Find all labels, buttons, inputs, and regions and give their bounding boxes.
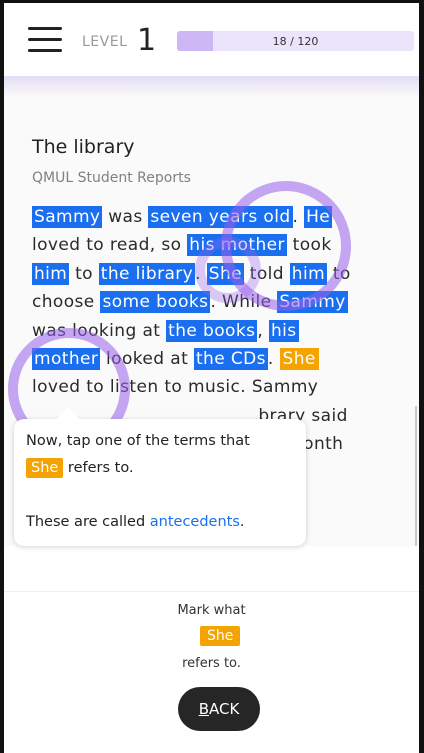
menu-icon[interactable] <box>28 27 62 53</box>
highlighted-term[interactable]: the CDs <box>193 347 268 370</box>
highlighted-term[interactable]: He <box>304 206 333 228</box>
progress-text: 18 / 120 <box>272 35 319 48</box>
highlighted-term[interactable]: the library <box>98 262 196 285</box>
passage-text: , <box>257 320 269 341</box>
prompt-line-1: Mark what <box>177 603 246 618</box>
passage-text: took <box>286 235 332 256</box>
highlighted-term[interactable]: Sammy <box>277 291 348 314</box>
scrollbar[interactable] <box>415 406 417 546</box>
level-label: LEVEL <box>82 34 128 50</box>
highlighted-term[interactable]: his mother <box>187 234 287 257</box>
prompt-pronoun-badge: She <box>200 626 241 646</box>
tooltip-line-1: Now, tap one of the terms that <box>26 433 250 449</box>
highlighted-term[interactable]: him <box>289 262 328 285</box>
pronoun-term[interactable]: She <box>279 347 319 370</box>
passage-text: . <box>195 263 207 284</box>
bottom-panel: Mark what She refers to. BACK <box>4 591 419 753</box>
passage-line: him to the library. She told him to <box>32 260 419 288</box>
passage-line: loved to listen to music. Sammy <box>32 373 419 401</box>
passage-text: looked at <box>100 348 194 369</box>
tooltip-line-3: These are called antecedents. <box>26 514 245 530</box>
passage-text: was <box>102 207 149 227</box>
passage-text: choose <box>32 292 101 313</box>
passage-text: told <box>244 263 290 284</box>
story-title: The library <box>32 136 135 158</box>
top-bar: LEVEL 1 18 / 120 <box>4 3 419 106</box>
antecedents-term: antecedents <box>149 514 240 530</box>
passage-text: . While <box>210 292 278 313</box>
tooltip-line-2-text: refers to. <box>63 460 134 476</box>
highlighted-term[interactable]: his <box>268 319 299 342</box>
back-button[interactable]: BACK <box>178 687 260 731</box>
back-button-label: ACK <box>208 700 240 718</box>
level-number: 1 <box>137 23 157 58</box>
header-shadow <box>4 76 419 106</box>
pronoun-badge: She <box>26 458 64 478</box>
highlighted-term[interactable]: some books <box>100 291 211 314</box>
highlighted-term[interactable]: him <box>32 262 70 285</box>
back-button-accesskey: B <box>198 700 209 718</box>
passage-line: was looking at the books, his <box>32 317 419 345</box>
highlighted-term[interactable]: She <box>206 262 244 285</box>
passage-line: loved to read, so his mother took <box>32 231 419 259</box>
passage-text: loved to read, so <box>32 235 188 256</box>
tooltip-line-3-text: These are called <box>26 514 150 530</box>
story-subtitle: QMUL Student Reports <box>32 170 191 186</box>
passage-text: to <box>327 263 351 284</box>
passage-text: . <box>292 207 305 227</box>
passage-text: . <box>267 348 280 369</box>
highlighted-term[interactable]: mother <box>32 347 101 370</box>
passage-line: Sammy was seven years old. He <box>32 203 419 231</box>
highlighted-term[interactable]: seven years old <box>148 206 293 228</box>
instruction-tooltip: Now, tap one of the terms that She refer… <box>14 407 306 546</box>
passage-text: was looking at <box>32 320 167 341</box>
highlighted-term[interactable]: the books <box>166 319 258 342</box>
passage-text: loved to listen to music. Sammy <box>32 377 319 398</box>
passage-text: to <box>69 263 99 284</box>
highlighted-term[interactable]: Sammy <box>32 206 103 228</box>
prompt-line-2: refers to. <box>182 656 241 671</box>
tooltip-period: . <box>239 514 245 530</box>
passage-line: choose some books. While Sammy <box>32 288 419 316</box>
progress-bar: 18 / 120 <box>177 31 414 51</box>
passage-line: mother looked at the CDs. She <box>32 345 419 373</box>
tooltip-line-2: She refers to. <box>26 458 134 478</box>
